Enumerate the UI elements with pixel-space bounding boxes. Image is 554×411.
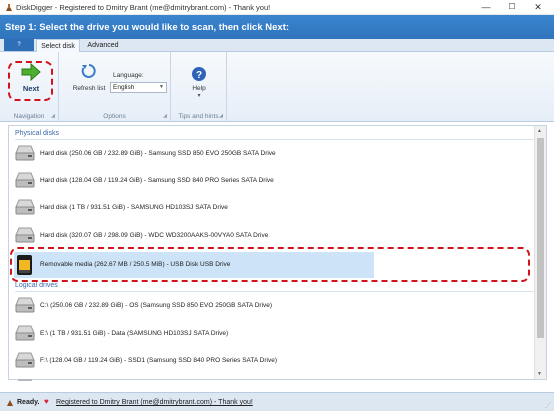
status-text: Ready. [17,399,40,406]
tab-advanced[interactable]: Advanced [82,39,124,52]
language-select[interactable]: English ▼ [110,82,167,93]
refresh-list-button[interactable]: Refresh list [69,63,109,99]
section-divider [15,291,539,292]
chevron-down-icon: ▼ [159,84,164,90]
tips-group-label: Tips and hints [178,113,219,120]
group-launcher-icon[interactable]: ◢ [219,113,223,119]
step-banner: Step 1: Select the drive you would like … [0,15,554,39]
language-value: English [113,84,135,91]
svg-text:?: ? [196,70,202,81]
minimize-button[interactable]: — [473,0,499,14]
step-instruction: Step 1: Select the drive you would like … [5,22,290,33]
hard-disk-icon [14,143,36,165]
ribbon-tab-row: ? Select disk Advanced [0,39,554,52]
maximize-button[interactable]: ☐ [499,0,525,14]
tab-select-disk[interactable]: Select disk [36,39,80,52]
list-item[interactable]: C:\ (250.06 GB / 232.89 GiB) - OS (Samsu… [14,293,374,319]
logical-drives-header: Logical drives [15,282,58,289]
resize-grip-icon[interactable]: ⋰ [545,402,551,409]
drive-label: E:\ (1 TB / 931.51 GiB) - Data (SAMSUNG … [40,330,229,337]
scroll-up-icon[interactable]: ▲ [537,128,542,134]
hard-disk-icon [14,377,36,381]
list-item[interactable]: Hard disk (1 TB / 931.51 GiB) - SAMSUNG … [14,195,374,221]
help-dropdown-arrow[interactable]: ▾ [185,92,213,99]
close-button[interactable]: ✕ [525,0,551,14]
drive-label: Hard disk (320.07 GB / 298.09 GiB) - WDC… [40,232,269,239]
list-item[interactable]: Hard disk (320.07 GB / 298.09 GiB) - WDC… [14,223,374,249]
refresh-label: Refresh list [72,85,106,92]
list-item[interactable]: E:\ (1 TB / 931.51 GiB) - Data (SAMSUNG … [14,321,374,347]
vertical-scrollbar[interactable]: ▲ ▼ [534,126,546,379]
ribbon: Next Navigation ◢ Refresh list Language:… [0,52,554,122]
diskdigger-logo-icon [4,3,14,15]
list-item[interactable]: Hard disk (128.04 GB / 119.24 GiB) - Sam… [14,168,374,194]
hard-disk-icon [14,225,36,247]
title-bar: DiskDigger - Registered to Dmitry Brant … [0,0,554,15]
drive-label: C:\ (250.06 GB / 232.89 GiB) - OS (Samsu… [40,302,273,309]
ready-icon [5,398,15,410]
hard-disk-icon [14,170,36,192]
drive-label: F:\ (128.04 GB / 119.24 GiB) - SSD1 (Sam… [40,357,277,364]
list-item[interactable]: F:\ (128.04 GB / 119.24 GiB) - SSD1 (Sam… [14,348,374,374]
help-label: Help [192,85,206,92]
tips-group: ? Help ▾ Tips and hints ◢ [171,52,227,122]
navigation-group-label: Navigation [13,113,45,120]
list-item[interactable]: Hard disk (250.06 GB / 232.89 GiB) - Sam… [14,141,374,167]
options-group-label: Options [103,113,126,120]
list-item[interactable] [14,375,374,381]
drive-label: Hard disk (250.06 GB / 232.89 GiB) - Sam… [40,150,276,157]
group-launcher-icon[interactable]: ◢ [51,113,55,119]
hard-disk-icon [14,323,36,345]
scrollbar-thumb[interactable] [537,138,544,338]
refresh-icon [81,64,97,81]
group-launcher-icon[interactable]: ◢ [163,113,167,119]
registration-link[interactable]: Registered to Dmitry Brant (me@dmitrybra… [56,399,253,406]
hard-disk-icon [14,197,36,219]
scroll-down-icon[interactable]: ▼ [537,371,542,377]
removable-drive-highlight [10,247,530,282]
heart-icon: ♥ [44,397,49,406]
hard-disk-icon [14,295,36,317]
drive-label: Hard disk (128.04 GB / 119.24 GiB) - Sam… [40,177,274,184]
drive-label: Hard disk (1 TB / 931.51 GiB) - SAMSUNG … [40,204,228,211]
help-icon: ? [191,67,207,84]
next-button-highlight [8,61,53,101]
language-label: Language: [113,72,144,79]
status-bar: Ready. ♥ Registered to Dmitry Brant (me@… [0,392,554,411]
section-divider [15,139,539,140]
help-button[interactable]: ? Help ▾ [185,66,213,102]
window-title: DiskDigger - Registered to Dmitry Brant … [16,3,271,12]
options-group: Refresh list Language: English ▼ Options… [59,52,171,122]
app-menu-button[interactable]: ? [4,39,34,51]
hard-disk-icon [14,350,36,372]
physical-disks-header: Physical disks [15,130,59,137]
